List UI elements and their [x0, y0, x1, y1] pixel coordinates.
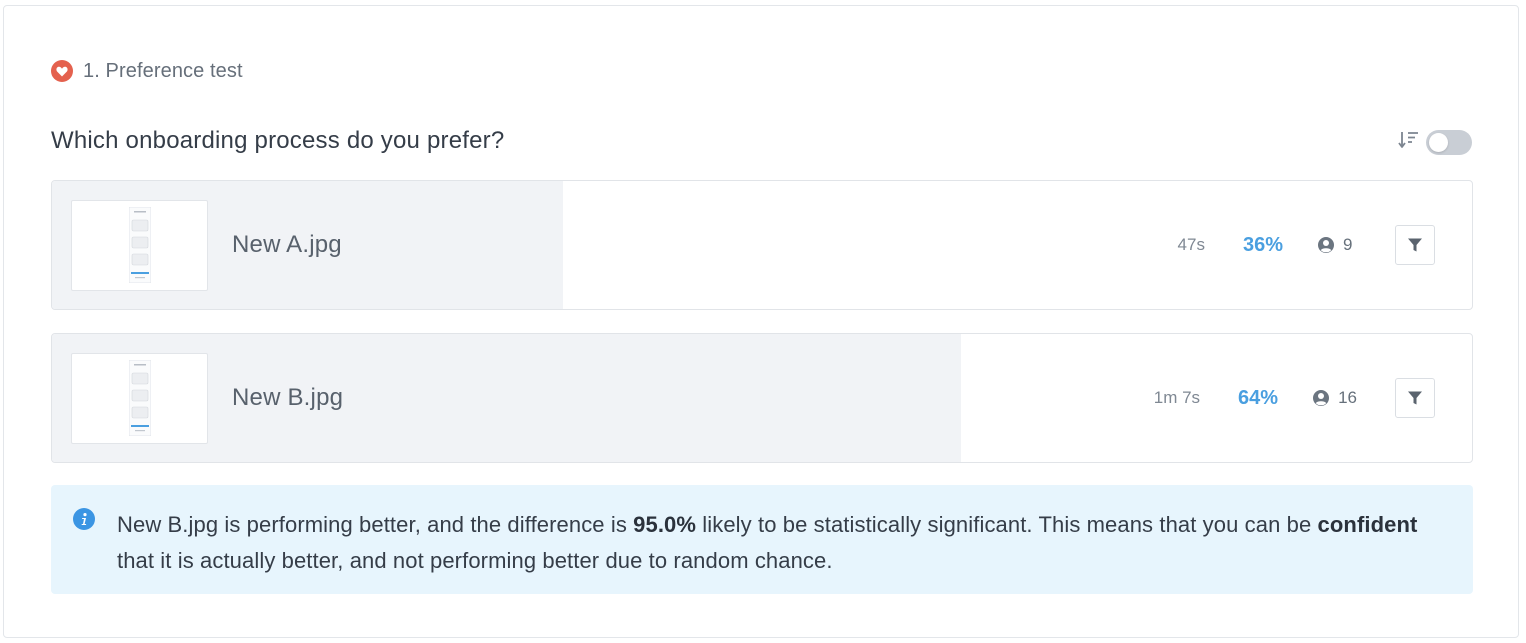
filter-icon — [1408, 391, 1422, 405]
thumbnail-preview-icon — [129, 207, 151, 283]
filter-icon — [1408, 238, 1422, 252]
respondent-count: 9 — [1317, 235, 1357, 255]
option-name: New A.jpg — [232, 231, 342, 258]
info-icon — [73, 508, 95, 530]
filter-button[interactable] — [1395, 225, 1435, 265]
option-stats: 47s 36% 9 — [1178, 224, 1435, 266]
user-icon — [1313, 390, 1330, 406]
option-stats: 1m 7s 64% 16 — [1154, 377, 1435, 419]
option-row: New B.jpg 1m 7s 64% 16 — [51, 333, 1473, 463]
filter-button[interactable] — [1395, 378, 1435, 418]
sort-descending-icon[interactable] — [1398, 130, 1420, 155]
heart-icon — [51, 60, 73, 82]
user-icon — [1318, 237, 1334, 253]
toggle-knob — [1429, 133, 1448, 152]
image-thumbnail[interactable] — [71, 200, 208, 291]
question-title: Which onboarding process do you prefer? — [51, 127, 505, 154]
thumbnail-preview-icon — [129, 360, 151, 436]
option-name: New B.jpg — [232, 384, 344, 411]
preference-test-card: 1. Preference test Which onboarding proc… — [3, 5, 1519, 638]
sort-toggle[interactable] — [1426, 130, 1472, 155]
preference-percent: 36% — [1242, 233, 1283, 256]
average-time: 1m 7s — [1153, 388, 1201, 407]
preference-percent: 64% — [1238, 386, 1279, 409]
significance-info-box: New B.jpg is performing better, and the … — [51, 485, 1473, 594]
section-title: 1. Preference test — [83, 59, 243, 82]
respondent-count-value: 16 — [1338, 388, 1357, 407]
significance-value: 95.0% — [633, 512, 697, 537]
section-header: 1. Preference test — [51, 58, 243, 84]
respondent-count: 16 — [1312, 388, 1357, 408]
sort-controls — [1398, 130, 1472, 155]
option-row: New A.jpg 47s 36% 9 — [51, 180, 1473, 310]
significance-message: New B.jpg is performing better, and the … — [117, 512, 1418, 573]
confidence-label: confident — [1317, 512, 1418, 537]
respondent-count-value: 9 — [1343, 235, 1353, 254]
image-thumbnail[interactable] — [71, 353, 208, 444]
average-time: 47s — [1177, 235, 1205, 254]
